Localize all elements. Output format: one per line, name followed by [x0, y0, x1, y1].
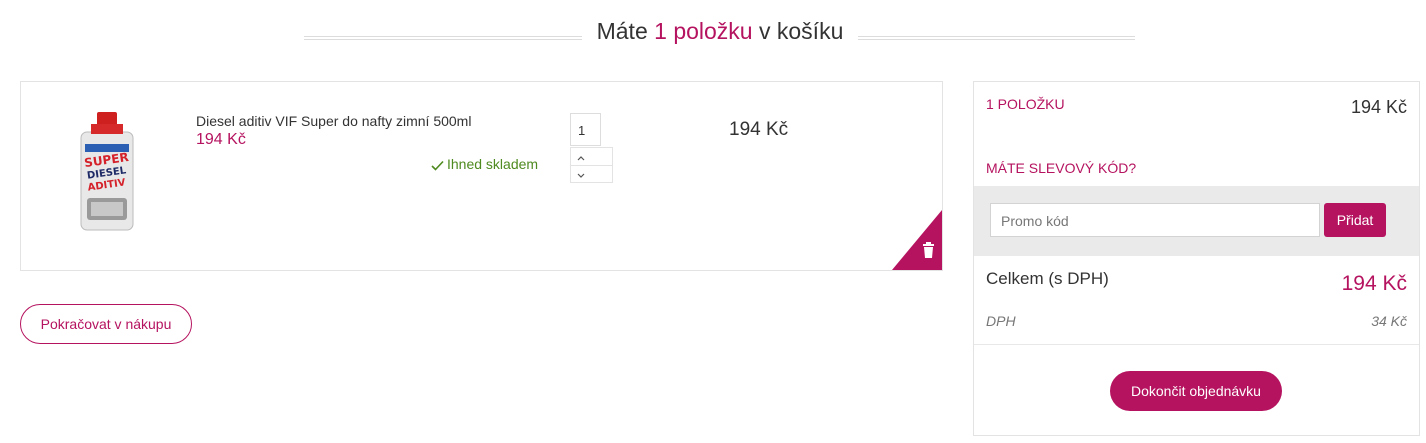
discount-code-link[interactable]: Máte slevový kód?: [986, 160, 1136, 176]
promo-code-input[interactable]: Promo kód: [990, 203, 1320, 237]
total-price: 194 Kč: [1341, 272, 1407, 295]
continue-shopping-button[interactable]: Pokračovat v nákupu: [20, 304, 192, 344]
cart-title-row: Máte 1 položku v košíku: [0, 14, 1426, 54]
stock-label: Ihned skladem: [447, 156, 539, 172]
summary-items-price: 194 Kč: [1350, 97, 1407, 117]
title-rule-right: [858, 36, 1135, 40]
cart-items-panel: SUPER DIESEL ADITIV Diesel aditiv VIF Su…: [20, 81, 943, 271]
remove-item-button[interactable]: [892, 210, 942, 270]
page-title: Máte 1 položku v košíku: [582, 18, 858, 45]
title-suffix: v košíku: [759, 18, 844, 44]
summary-divider: [974, 344, 1419, 345]
row-total-price: 194 Kč: [729, 119, 789, 140]
product-name-link[interactable]: Diesel aditiv VIF Super do nafty zimní 5…: [196, 113, 471, 129]
total-label: Celkem (s DPH): [986, 269, 1109, 288]
apply-promo-button[interactable]: Přidat: [1324, 203, 1386, 237]
quantity-increase-button[interactable]: [571, 148, 612, 165]
quantity-stepper: [570, 147, 613, 183]
title-rule-left: [304, 36, 582, 40]
order-summary-panel: 1 položku 194 Kč Máte slevový kód? Promo…: [973, 81, 1420, 436]
diesel-additive-bottle-icon[interactable]: SUPER DIESEL ADITIV: [77, 110, 137, 238]
quantity-decrease-button[interactable]: [571, 165, 612, 182]
complete-order-button[interactable]: Dokončit objednávku: [1110, 371, 1282, 411]
title-prefix: Máte: [596, 18, 648, 44]
chevron-down-icon: [577, 173, 585, 178]
summary-item-count: 1 položku: [986, 96, 1065, 112]
title-item-count: 1 položku: [654, 18, 753, 44]
chevron-up-icon: [577, 156, 585, 161]
stock-status: Ihned skladem: [431, 156, 538, 172]
promo-code-section: Promo kód Přidat: [974, 186, 1419, 256]
checkmark-icon: [431, 160, 444, 171]
product-unit-price: 194 Kč: [196, 131, 246, 148]
quantity-input[interactable]: 1: [570, 113, 601, 146]
vat-label: DPH: [986, 313, 1016, 329]
vat-price: 34 Kč: [1371, 313, 1407, 329]
